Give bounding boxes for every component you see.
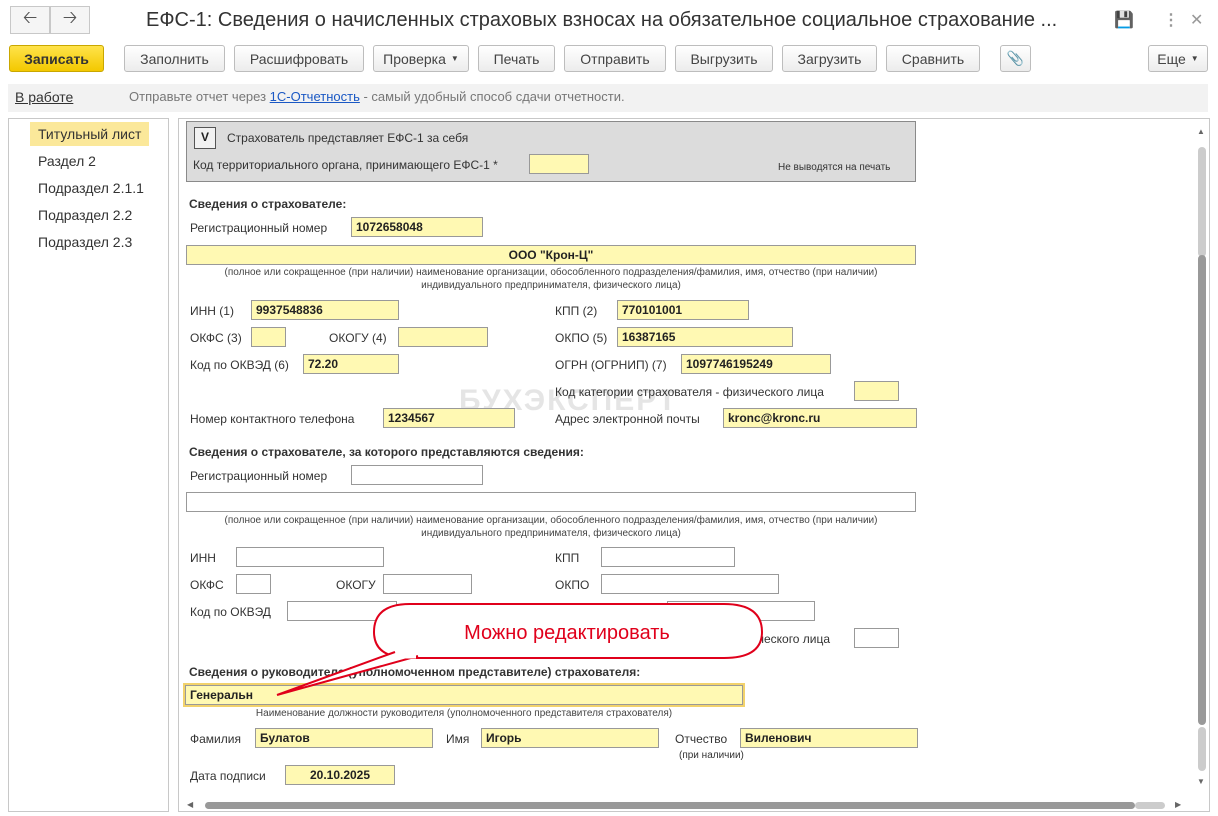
callout-text: Можно редактировать: [464, 622, 670, 644]
callout-annotation: Можно редактировать: [276, 603, 764, 696]
callout-pointer: [276, 651, 419, 696]
